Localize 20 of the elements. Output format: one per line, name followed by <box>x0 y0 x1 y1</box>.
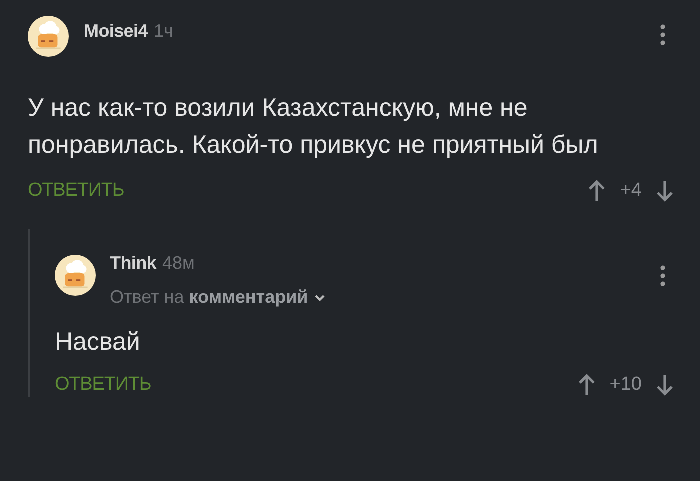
vote-score: +10 <box>610 374 642 396</box>
upvote-icon[interactable] <box>576 373 597 397</box>
reply-to-link[interactable]: Ответ на комментарий <box>110 287 308 308</box>
reply-button[interactable]: ОТВЕТИТЬ <box>55 374 152 396</box>
comment-time: 1ч <box>154 21 174 42</box>
upvote-icon[interactable] <box>587 179 608 203</box>
comment-text: У нас как-то возили Казахстанскую, мне не понравилась. Какой-то привкус не приятный был <box>28 93 600 161</box>
more-menu-icon[interactable] <box>660 24 666 46</box>
downvote-icon[interactable] <box>655 179 675 203</box>
downvote-icon[interactable] <box>655 373 675 397</box>
comment-time: 48м <box>162 253 195 274</box>
chevron-icon[interactable] <box>314 292 326 302</box>
vote-score: +4 <box>620 180 642 202</box>
avatar-icon[interactable] <box>55 255 96 296</box>
author-name[interactable]: Think <box>110 253 156 274</box>
author-name[interactable]: Moisei4 <box>84 21 148 42</box>
reply-button[interactable]: ОТВЕТИТЬ <box>28 180 124 202</box>
more-menu-icon[interactable] <box>660 265 666 287</box>
avatar-icon[interactable] <box>28 16 69 57</box>
comment-text: Насвай <box>55 327 142 358</box>
